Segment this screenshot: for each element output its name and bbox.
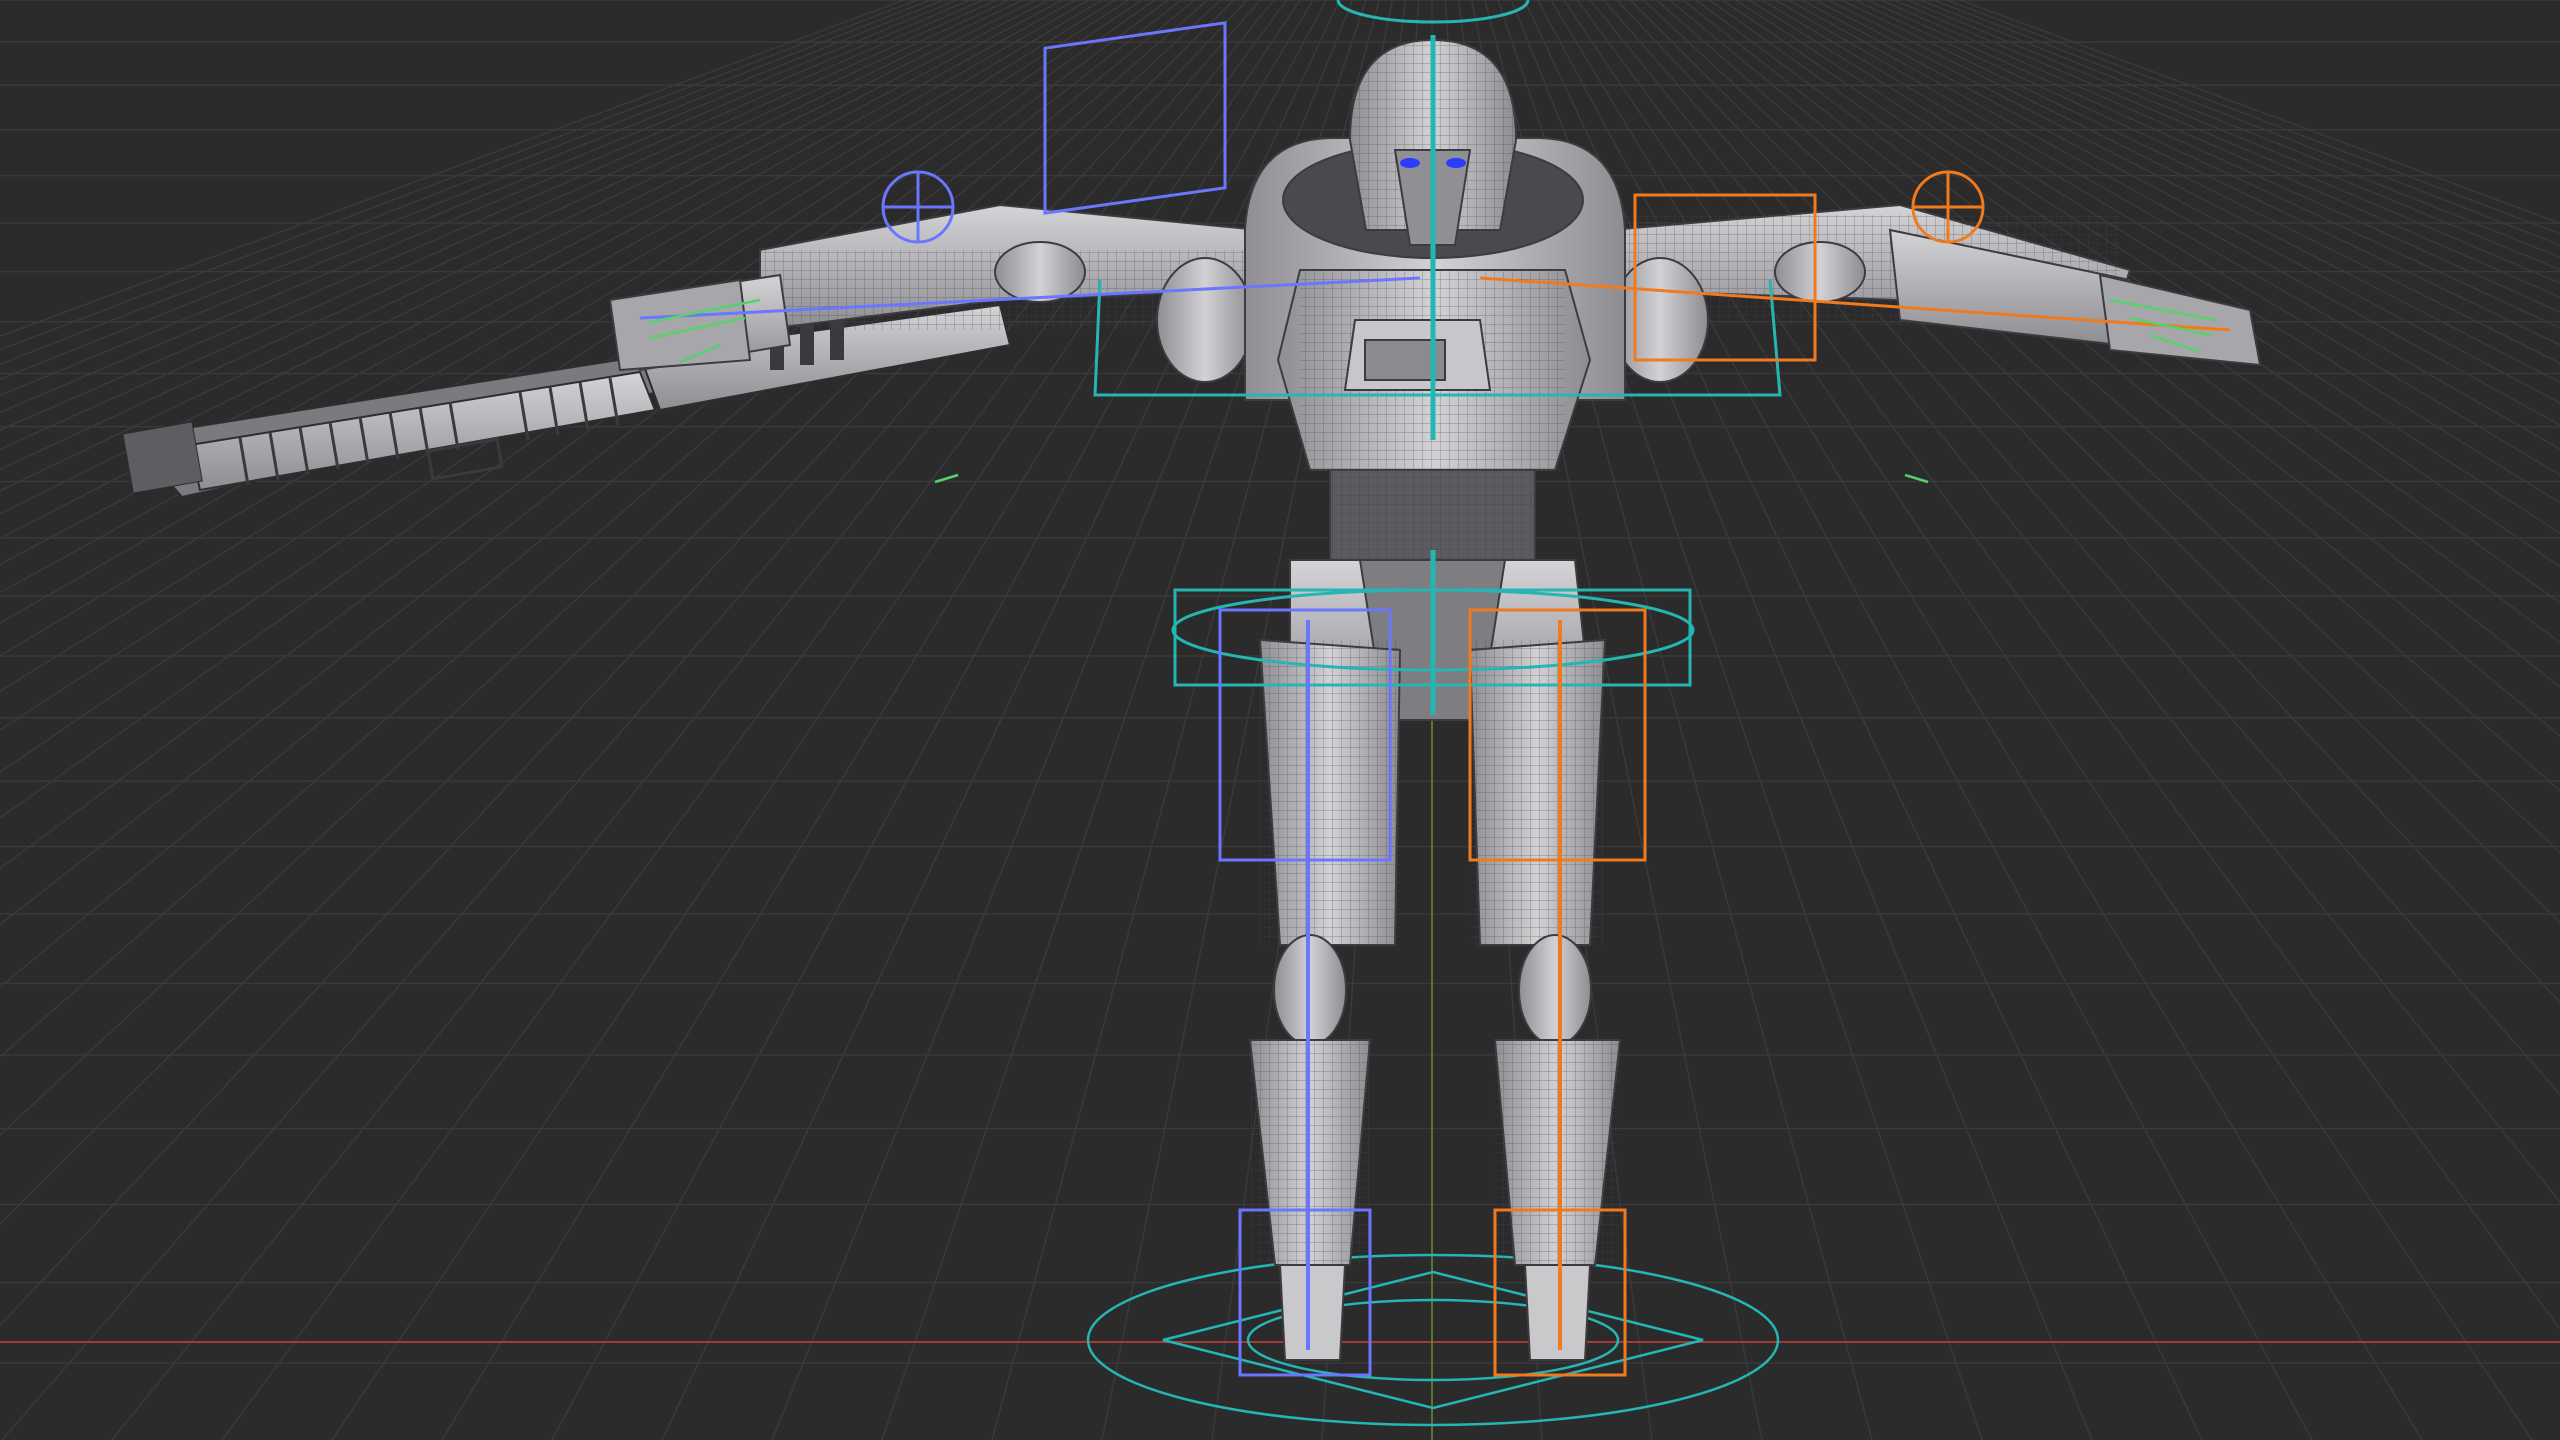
grid-line — [0, 0, 1010, 471]
right-hand — [2098, 273, 2262, 367]
right-knee — [1518, 934, 1592, 1046]
right-foot — [1523, 1264, 1592, 1361]
viewport-canvas[interactable] — [0, 0, 2560, 1440]
grid-line — [0, 0, 984, 431]
grid-line — [0, 0, 1050, 539]
eye-left — [1400, 158, 1420, 168]
grid-line — [0, 0, 971, 414]
grid-line — [0, 0, 905, 337]
grid-line — [0, 0, 1076, 594]
grid-line — [0, 0, 944, 381]
left-foot — [1278, 1264, 1347, 1361]
grid-line — [221, 0, 1288, 1440]
eye-right — [1446, 158, 1466, 168]
root-control[interactable] — [1086, 1253, 1780, 1427]
right-shoulder — [1611, 257, 1709, 383]
left-hand — [608, 278, 752, 372]
grid-line — [0, 0, 1063, 566]
grid-line — [331, 0, 1301, 1440]
grid-line — [0, 0, 1024, 492]
left-shoulder — [1156, 257, 1254, 383]
grid-line — [0, 0, 997, 450]
3d-viewport[interactable] — [0, 0, 2560, 1440]
grid-line — [0, 0, 958, 397]
armature[interactable] — [639, 0, 2231, 1377]
